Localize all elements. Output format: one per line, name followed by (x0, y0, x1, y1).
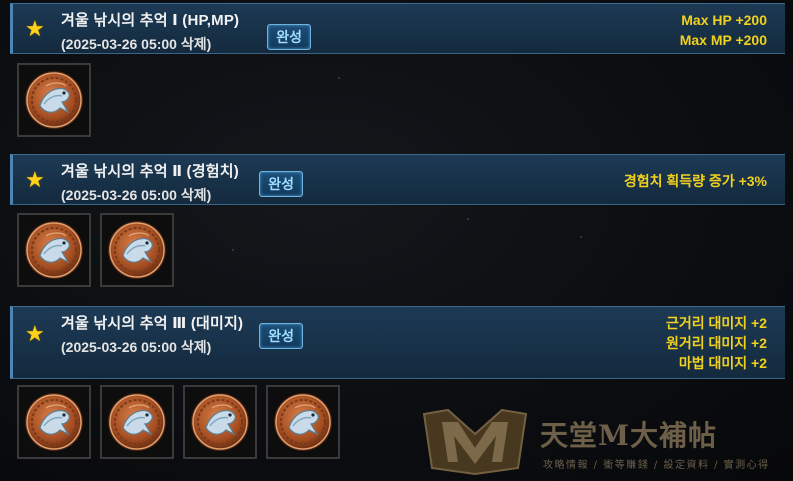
fish-medal-icon (24, 392, 84, 452)
watermark: 天堂M大補帖 攻略情報 / 衝等賺錢 / 設定資料 / 實測心得 (418, 404, 788, 479)
star-icon: ★ (25, 15, 45, 41)
quest-header[interactable]: ★ 겨울 낚시의 추억 Ⅱ (경험치) (2025-03-26 05:00 삭제… (10, 154, 785, 205)
item-slot[interactable] (17, 63, 91, 137)
item-slot[interactable] (17, 385, 91, 459)
quest-effects: 근거리 대미지 +2 원거리 대미지 +2 마법 대미지 +2 (666, 313, 767, 373)
complete-badge: 완성 (267, 24, 312, 50)
item-slot[interactable] (266, 385, 340, 459)
watermark-title: 天堂M大補帖 (540, 419, 717, 452)
quest-effects: 경험치 획득량 증가 +3% (624, 171, 767, 191)
effect-line: 근거리 대미지 +2 (665, 315, 767, 331)
effect-line: 경험치 획득량 증가 +3% (623, 173, 767, 189)
effect-line: Max MP +200 (679, 32, 767, 48)
quest-title: 겨울 낚시의 추억 Ⅰ (HP,MP) (61, 12, 240, 29)
fish-medal-icon (24, 70, 84, 130)
fish-medal-icon (190, 392, 250, 452)
item-slot[interactable] (17, 213, 91, 287)
complete-badge: 완성 (259, 171, 304, 197)
fish-medal-icon (24, 220, 84, 280)
effect-line: 마법 대미지 +2 (678, 355, 767, 371)
complete-badge: 완성 (259, 323, 304, 349)
fish-medal-icon (107, 220, 167, 280)
quest-expiry: (2025-03-26 05:00 삭제) (61, 187, 212, 203)
effect-line: 원거리 대미지 +2 (665, 335, 767, 351)
quest-title: 겨울 낚시의 추억 Ⅱ (경험치) (61, 163, 239, 180)
quest-header[interactable]: ★ 겨울 낚시의 추억 Ⅲ (대미지) (2025-03-26 05:00 삭제… (10, 306, 785, 379)
item-slot[interactable] (183, 385, 257, 459)
quest-header[interactable]: ★ 겨울 낚시의 추억 Ⅰ (HP,MP) (2025-03-26 05:00 … (10, 3, 785, 54)
book-logo-icon (422, 408, 528, 476)
watermark-subtitle: 攻略情報 / 衝等賺錢 / 設定資料 / 實測心得 (543, 460, 770, 471)
quest-expiry: (2025-03-26 05:00 삭제) (61, 339, 212, 355)
reward-items (17, 63, 785, 137)
quest-effects: Max HP +200 Max MP +200 (680, 10, 767, 50)
fish-medal-icon (107, 392, 167, 452)
effect-line: Max HP +200 (681, 12, 767, 28)
star-icon: ★ (25, 321, 45, 346)
reward-items (17, 213, 785, 287)
item-slot[interactable] (100, 385, 174, 459)
star-icon: ★ (25, 166, 45, 192)
quest-title: 겨울 낚시의 추억 Ⅲ (대미지) (61, 315, 244, 332)
quest-section: ★ 겨울 낚시의 추억 Ⅱ (경험치) (2025-03-26 05:00 삭제… (10, 154, 785, 287)
quest-section: ★ 겨울 낚시의 추억 Ⅰ (HP,MP) (2025-03-26 05:00 … (10, 3, 785, 137)
item-slot[interactable] (100, 213, 174, 287)
quest-expiry: (2025-03-26 05:00 삭제) (61, 36, 212, 52)
fish-medal-icon (273, 392, 333, 452)
